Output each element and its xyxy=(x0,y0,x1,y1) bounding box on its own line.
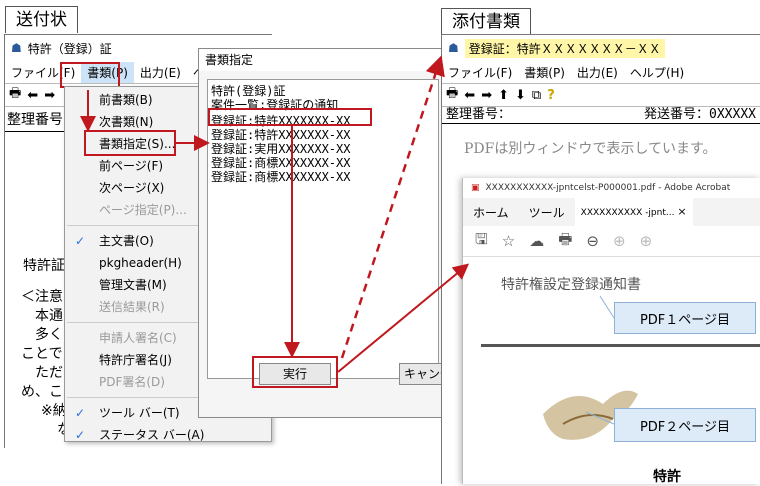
arrow-execute-to-right-window xyxy=(342,60,440,358)
callout1-pointer xyxy=(600,296,614,318)
arrow-execute-to-pdf xyxy=(338,266,466,372)
callout2-pointer xyxy=(586,412,614,424)
annotation-arrows xyxy=(0,0,760,484)
